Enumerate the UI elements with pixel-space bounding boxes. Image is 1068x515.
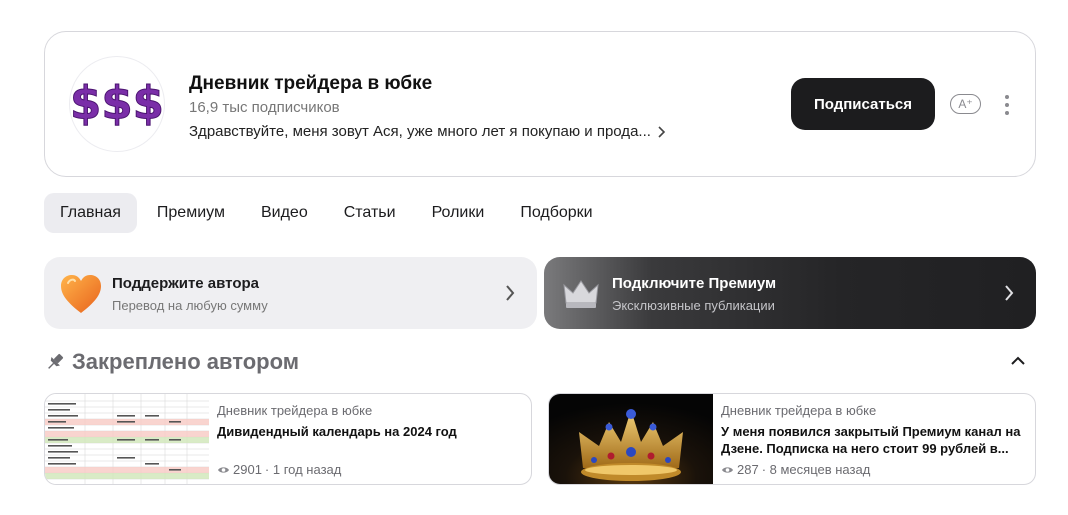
premium-subtitle: Эксклюзивные публикации <box>612 298 775 313</box>
eye-icon <box>722 466 733 473</box>
spreadsheet-thumbnail-image <box>45 394 209 484</box>
channel-title[interactable]: Дневник трейдера в юбке <box>189 73 432 95</box>
article-meta: 287 · 8 месяцев назад <box>721 462 870 477</box>
pinned-article-card[interactable]: Дневник трейдера в юбке У меня появился … <box>548 393 1036 485</box>
support-author-banner[interactable]: Поддержите автора Перевод на любую сумму <box>44 257 537 329</box>
channel-description-text: Здравствуйте, меня зовут Ася, уже много … <box>189 123 651 140</box>
pinned-article-card[interactable]: Дневник трейдера в юбке Дивидендный кале… <box>44 393 532 485</box>
article-title[interactable]: Дивидендный календарь на 2024 год <box>217 423 517 440</box>
svg-text:$$$: $$$ <box>70 77 164 130</box>
dollar-signs-logo: $$$ <box>70 76 164 130</box>
premium-banner[interactable]: Подключите Премиум Эксклюзивные публикац… <box>544 257 1036 329</box>
font-size-icon[interactable]: A⁺ <box>950 94 981 114</box>
heart-icon <box>61 275 101 313</box>
article-thumbnail <box>45 394 209 484</box>
tab-collections[interactable]: Подборки <box>504 193 608 233</box>
crown-thumbnail-image <box>549 394 713 484</box>
channel-description[interactable]: Здравствуйте, меня зовут Ася, уже много … <box>189 123 669 140</box>
crown-icon <box>563 280 599 308</box>
pinned-section-header: Закреплено автором <box>44 349 299 375</box>
chevron-right-icon <box>1005 285 1014 301</box>
subscribe-button[interactable]: Подписаться <box>791 78 935 130</box>
support-title: Поддержите автора <box>112 275 259 292</box>
premium-title: Подключите Премиум <box>612 275 777 292</box>
article-meta: 2901 · 1 год назад <box>217 462 341 477</box>
support-subtitle: Перевод на любую сумму <box>112 298 268 313</box>
tab-shorts[interactable]: Ролики <box>416 193 501 233</box>
article-age: · 8 месяцев назад <box>761 462 871 477</box>
channel-tabs: Главная Премиум Видео Статьи Ролики Подб… <box>44 193 613 233</box>
channel-avatar[interactable]: $$$ <box>69 56 165 152</box>
tab-articles[interactable]: Статьи <box>328 193 412 233</box>
chevron-right-icon <box>506 285 515 301</box>
article-author[interactable]: Дневник трейдера в юбке <box>721 403 876 418</box>
chevron-up-icon[interactable] <box>1008 352 1028 370</box>
chevron-right-icon <box>658 125 666 138</box>
pin-icon <box>48 353 64 369</box>
pinned-title: Закреплено автором <box>72 349 300 374</box>
tab-premium[interactable]: Премиум <box>141 193 241 233</box>
view-count: 2901 <box>233 462 262 477</box>
article-author[interactable]: Дневник трейдера в юбке <box>217 403 372 418</box>
more-vertical-icon[interactable] <box>1000 94 1014 116</box>
article-age: · 1 год назад <box>264 462 342 477</box>
view-count: 287 <box>737 462 759 477</box>
article-thumbnail <box>549 394 713 484</box>
subscriber-count: 16,9 тыс подписчиков <box>189 99 340 116</box>
channel-header-card: $$$ Дневник трейдера в юбке 16,9 тыс под… <box>44 31 1036 177</box>
tab-main[interactable]: Главная <box>44 193 137 233</box>
tab-video[interactable]: Видео <box>245 193 324 233</box>
article-title[interactable]: У меня появился закрытый Премиум канал н… <box>721 423 1021 457</box>
eye-icon <box>218 466 229 473</box>
